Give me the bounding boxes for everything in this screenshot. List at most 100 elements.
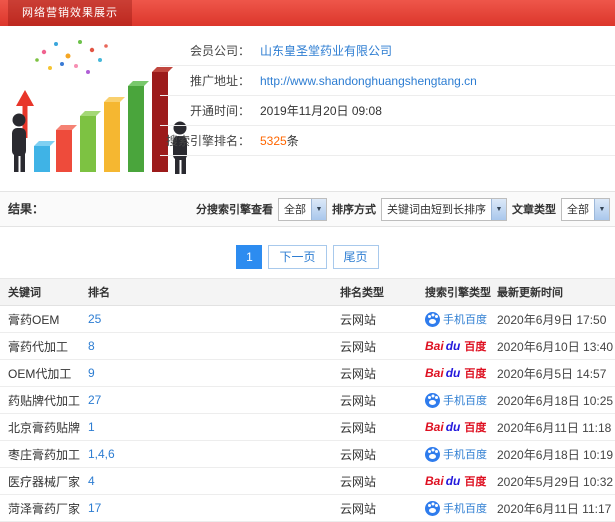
baidu-logo-cn: 百度 xyxy=(464,341,487,353)
rank-type-cell: 云网站 xyxy=(340,447,377,462)
rank-type-cell: 云网站 xyxy=(340,393,377,408)
table-row: 枣庄膏药加工 1,4,6 云网站 手机百度 2020年6月18日 10:19 xyxy=(0,441,615,468)
table-row: OEM代加工 9 云网站 Bai du 百度 2020年6月5日 14:57 xyxy=(0,360,615,387)
mobile-baidu-label: 手机百度 xyxy=(443,503,487,515)
type-filter-select[interactable]: 全部 ▼ xyxy=(561,197,610,221)
filter-bar: 结果： 分搜索引擎查看 全部 ▼ 排序方式 关键词由短到长排序 ▼ 文章类型 全… xyxy=(0,191,615,227)
keyword-cell: 膏药OEM xyxy=(8,312,60,327)
rank-link[interactable]: 8 xyxy=(88,339,95,353)
engine-filter-select[interactable]: 全部 ▼ xyxy=(278,197,327,221)
table-row: 北京膏药贴牌 1 云网站 Bai du 百度 2020年6月11日 11:18 xyxy=(0,414,615,441)
company-label: 会员公司： xyxy=(189,44,250,58)
baidu-logo-du: du xyxy=(445,366,461,380)
rank-cell: 1,4,6 xyxy=(88,447,340,461)
mobile-baidu-icon xyxy=(425,500,440,516)
engine-type-cell: 手机百度 xyxy=(425,500,497,516)
rank-type-cell: 云网站 xyxy=(340,501,377,516)
chevron-down-icon: ▼ xyxy=(491,198,506,220)
rank-count-label: 搜索引擎排名： xyxy=(165,134,250,148)
rank-link[interactable]: 1,4,6 xyxy=(88,447,115,461)
filter-controls: 分搜索引擎查看 全部 ▼ 排序方式 关键词由短到长排序 ▼ 文章类型 全部 ▼ … xyxy=(196,192,615,226)
rank-link[interactable]: 25 xyxy=(88,312,101,326)
rank-count-suffix: 条 xyxy=(286,134,299,148)
sort-filter-value: 关键词由短到长排序 xyxy=(387,204,486,216)
results-table: 关键词 排名 排名类型 搜索引擎类型 最新更新时间 膏药OEM 25 云网站 手… xyxy=(0,278,615,522)
rank-link[interactable]: 17 xyxy=(88,501,101,515)
update-time-cell: 2020年6月9日 17:50 xyxy=(497,312,607,327)
mobile-baidu-label: 手机百度 xyxy=(443,314,487,326)
table-row: 菏泽膏药厂家 17 云网站 手机百度 2020年6月11日 11:17 xyxy=(0,495,615,522)
member-info-section: 会员公司： 山东皇圣堂药业有限公司 推广地址： http://www.shand… xyxy=(0,26,615,191)
engine-filter-value: 全部 xyxy=(284,204,306,216)
table-row: 膏药代加工 8 云网站 Bai du 百度 2020年6月10日 13:40 xyxy=(0,333,615,360)
engine-filter-label: 分搜索引擎查看 xyxy=(196,204,273,216)
sort-filter-label: 排序方式 xyxy=(332,204,376,216)
rank-cell: 27 xyxy=(88,393,340,407)
engine-type-cell: Bai du 百度 xyxy=(425,419,497,435)
update-time-cell: 2020年6月10日 13:40 xyxy=(497,339,614,354)
confetti-dots xyxy=(35,40,108,74)
baidu-logo-du: du xyxy=(445,339,461,353)
last-page-button[interactable]: 尾页 xyxy=(332,245,379,269)
baidu-logo-cn: 百度 xyxy=(464,476,487,488)
bar-chart-bars xyxy=(34,67,173,172)
rank-type-cell: 云网站 xyxy=(340,420,377,435)
page-title: 网络营销效果展示 xyxy=(8,0,132,26)
rank-link[interactable]: 4 xyxy=(88,474,95,488)
update-time-cell: 2020年5月29日 10:32 xyxy=(497,474,614,489)
rank-cell: 4 xyxy=(88,474,340,488)
rank-cell: 17 xyxy=(88,501,340,515)
baidu-logo: Bai xyxy=(425,474,444,488)
rank-cell: 1 xyxy=(88,420,340,434)
engine-type-cell: Bai du 百度 xyxy=(425,365,497,381)
mobile-baidu-icon xyxy=(425,392,440,408)
next-page-button[interactable]: 下一页 xyxy=(268,245,327,269)
table-body: 膏药OEM 25 云网站 手机百度 2020年6月9日 17:50 膏药代加工 … xyxy=(0,306,615,522)
update-time-cell: 2020年6月5日 14:57 xyxy=(497,366,607,381)
mobile-baidu-icon xyxy=(425,446,440,462)
rank-link[interactable]: 1 xyxy=(88,420,95,434)
company-link[interactable]: 山东皇圣堂药业有限公司 xyxy=(260,42,392,59)
table-row: 医疗器械厂家 4 云网站 Bai du 百度 2020年5月29日 10:32 xyxy=(0,468,615,495)
header-keyword: 关键词 xyxy=(8,287,41,299)
sort-filter-select[interactable]: 关键词由短到长排序 ▼ xyxy=(381,197,507,221)
rank-type-cell: 云网站 xyxy=(340,339,377,354)
rank-type-cell: 云网站 xyxy=(340,366,377,381)
rank-type-cell: 云网站 xyxy=(340,312,377,327)
baidu-logo: Bai xyxy=(425,339,444,353)
company-row: 会员公司： 山东皇圣堂药业有限公司 xyxy=(160,36,615,66)
baidu-logo-du: du xyxy=(445,420,461,434)
promo-url-label: 推广地址： xyxy=(189,74,250,88)
open-time-label: 开通时间： xyxy=(189,104,250,118)
type-filter-value: 全部 xyxy=(567,204,589,216)
promo-url-link[interactable]: http://www.shandonghuangshengtang.cn xyxy=(260,74,477,88)
chevron-down-icon: ▼ xyxy=(311,198,326,220)
mobile-baidu-icon xyxy=(425,311,440,327)
table-header-row: 关键词 排名 排名类型 搜索引擎类型 最新更新时间 xyxy=(0,278,615,306)
page-number-current[interactable]: 1 xyxy=(236,245,263,269)
rank-link[interactable]: 27 xyxy=(88,393,101,407)
header-engine-type: 搜索引擎类型 xyxy=(425,287,491,299)
keyword-cell: 菏泽膏药厂家 xyxy=(8,501,81,516)
baidu-logo-cn: 百度 xyxy=(464,422,487,434)
table-row: 膏药OEM 25 云网站 手机百度 2020年6月9日 17:50 xyxy=(0,306,615,333)
rank-cell: 25 xyxy=(88,312,340,326)
header-bar: 网络营销效果展示 xyxy=(0,0,615,26)
keyword-cell: OEM代加工 xyxy=(8,366,72,381)
keyword-cell: 药贴牌代加工 xyxy=(8,393,81,408)
engine-type-cell: 手机百度 xyxy=(425,392,497,408)
engine-type-cell: 手机百度 xyxy=(425,446,497,462)
pagination: 1 下一页 尾页 xyxy=(0,245,615,269)
update-time-cell: 2020年6月18日 10:25 xyxy=(497,393,614,408)
update-time-cell: 2020年6月11日 11:17 xyxy=(497,501,612,516)
mobile-baidu-label: 手机百度 xyxy=(443,395,487,407)
baidu-logo: Bai xyxy=(425,420,444,434)
mobile-baidu-label: 手机百度 xyxy=(443,449,487,461)
rank-link[interactable]: 9 xyxy=(88,366,95,380)
type-filter-label: 文章类型 xyxy=(512,204,556,216)
table-row: 药贴牌代加工 27 云网站 手机百度 2020年6月18日 10:25 xyxy=(0,387,615,414)
baidu-logo-cn: 百度 xyxy=(464,368,487,380)
businessman-left xyxy=(12,113,26,172)
rank-count-value: 5325 xyxy=(260,133,287,148)
keyword-cell: 医疗器械厂家 xyxy=(8,474,81,489)
